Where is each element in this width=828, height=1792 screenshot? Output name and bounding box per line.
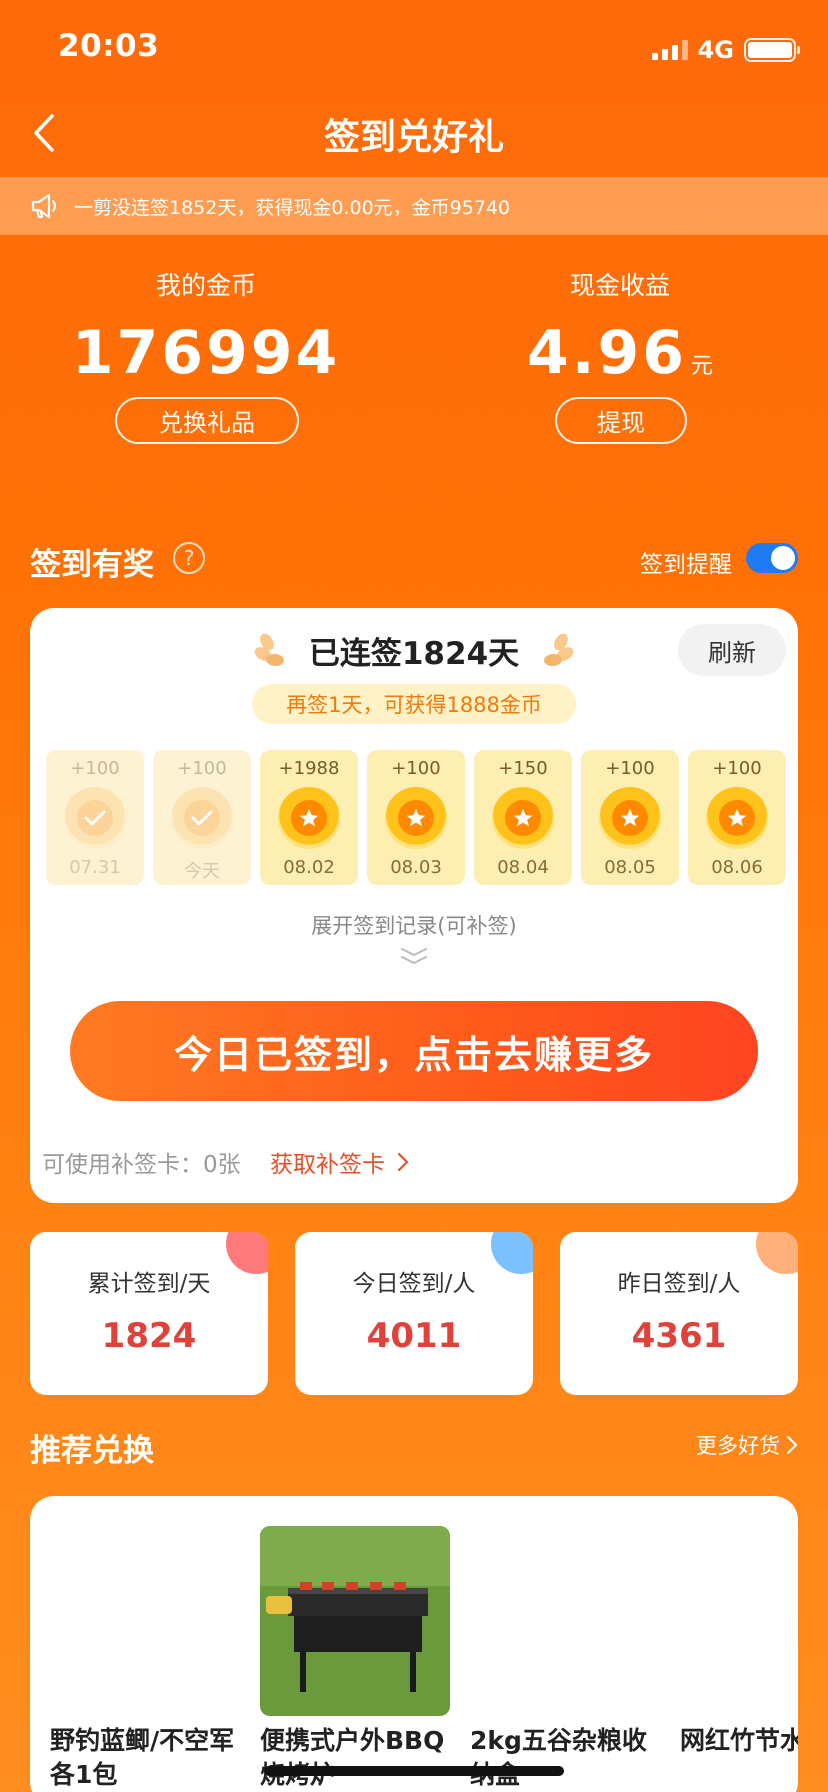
laurel-right-icon [544,633,574,666]
network-type: 4G [697,36,734,64]
stat-value: 4011 [366,1316,462,1356]
more-goods-link[interactable]: 更多好货 [696,1430,798,1460]
coins-label: 我的金币 [155,271,256,300]
day-item[interactable]: +100 今天 [153,750,251,885]
checkin-card: 已连签1824天 刷新 再签1天，可获得1888金币 +100 07.31 +1… [30,608,798,1203]
home-indicator [264,1766,564,1776]
star-coin-icon [492,787,554,849]
stat-label: 今日签到/人 [352,1271,476,1297]
day-amount: +1988 [278,758,340,779]
star-coin-icon [278,787,340,849]
battery-icon [744,38,800,62]
day-item[interactable]: +100 08.03 [367,750,465,885]
stat-value: 1824 [101,1316,197,1356]
help-icon[interactable]: ? [173,542,205,574]
day-amount: +100 [712,758,762,779]
coins-value: 176994 [71,318,341,388]
checked-coin-icon [64,787,126,849]
product-name[interactable]: 网红竹节水 [680,1724,798,1758]
day-item[interactable]: +1988 08.02 [260,750,358,885]
checked-coin-icon [171,787,233,849]
expand-record-link[interactable]: 展开签到记录(可补签) [30,910,798,940]
day-item[interactable]: +100 07.31 [46,750,144,885]
checkin-section-title: 签到有奖 [30,547,154,583]
day-item[interactable]: +150 08.04 [474,750,572,885]
stat-value: 4361 [631,1316,727,1356]
day-amount: +100 [605,758,655,779]
recommend-title: 推荐兑换 [30,1433,154,1469]
day-amount: +100 [177,758,227,779]
yesterday-checkin-card: 昨日签到/人 4361 [560,1232,798,1395]
today-checkin-card: 今日签到/人 4011 [295,1232,533,1395]
stat-label: 累计签到/天 [87,1271,211,1297]
cash-value-wrap: 4.96 元 [470,318,770,388]
product-image-bbq-grill[interactable] [260,1526,450,1716]
cash-label: 现金收益 [569,271,670,300]
day-amount: +100 [391,758,441,779]
product-name[interactable]: 2kg五谷杂粮收纳盒 [470,1724,660,1792]
withdraw-button[interactable]: 提现 [555,397,687,444]
notice-bar: 一剪没连签1852天，获得现金0.00元，金币95740 [0,177,828,235]
back-button[interactable] [26,108,66,158]
laurel-left-icon [254,633,284,666]
makeup-card-count: 可使用补签卡：0张 [42,1152,241,1178]
day-item[interactable]: +100 08.06 [688,750,786,885]
product-name[interactable]: 野钓蓝鲫/不空军各1包 [50,1724,240,1792]
star-coin-icon [599,787,661,849]
star-coin-icon [706,787,768,849]
cash-unit: 元 [691,354,714,379]
day-date: 08.06 [711,857,763,878]
megaphone-icon [31,193,56,219]
day-date: 08.05 [604,857,656,878]
remind-toggle[interactable] [746,543,798,573]
earn-more-button[interactable]: 今日已签到，点击去赚更多 [70,1001,758,1101]
notice-text: 一剪没连签1852天，获得现金0.00元，金币95740 [74,196,511,219]
stat-label: 昨日签到/人 [617,1271,741,1297]
chevron-right-icon [397,1152,409,1172]
day-list: +100 07.31 +100 今天 +1988 08.02 +100 08.0… [46,750,786,885]
day-date: 07.31 [69,857,121,878]
remind-label: 签到提醒 [640,552,732,578]
day-date: 08.02 [283,857,335,878]
exchange-gift-button[interactable]: 兑换礼品 [115,397,299,444]
more-goods-label: 更多好货 [696,1434,780,1458]
day-date: 今天 [184,861,220,882]
day-item[interactable]: +100 08.05 [581,750,679,885]
recommend-card: 野钓蓝鲫/不空军各1包 便携式户外BBQ烧烤炉 2kg五谷杂粮收纳盒 网红竹节水 [30,1496,798,1792]
status-indicators: 4G [651,36,800,64]
day-date: 08.03 [390,857,442,878]
streak-text: 已连签1824天 [308,636,520,672]
status-time: 20:03 [58,28,160,64]
refresh-button[interactable]: 刷新 [678,624,786,676]
day-amount: +150 [498,758,548,779]
double-chevron-down-icon[interactable] [398,946,430,966]
chevron-right-icon [786,1435,798,1455]
get-makeup-card-label: 获取补签卡 [270,1152,385,1178]
cash-value: 4.96 [526,318,688,388]
total-checkin-card: 累计签到/天 1824 [30,1232,268,1395]
day-amount: +100 [70,758,120,779]
chevron-left-icon [34,114,54,152]
signal-icon [651,40,688,60]
get-makeup-card-link[interactable]: 获取补签卡 [270,1145,409,1179]
page-title: 签到兑好礼 [323,117,504,158]
star-coin-icon [385,787,447,849]
bonus-hint: 再签1天，可获得1888金币 [252,684,576,724]
day-date: 08.04 [497,857,549,878]
product-name[interactable]: 便携式户外BBQ烧烤炉 [260,1724,450,1792]
